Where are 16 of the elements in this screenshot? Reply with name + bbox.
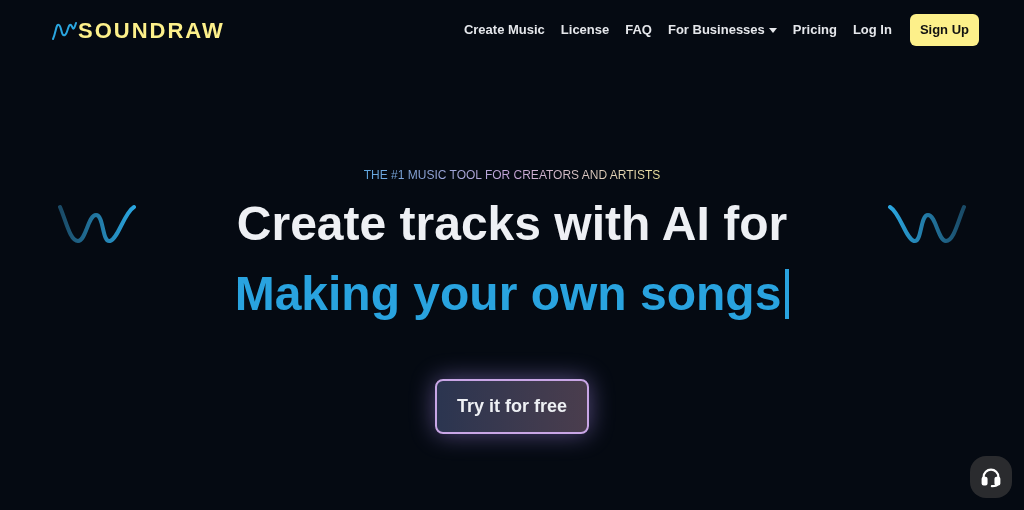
sign-up-button[interactable]: Sign Up: [909, 14, 979, 46]
logo-wave-icon: [52, 19, 78, 41]
caret-icon: [768, 27, 777, 33]
headline: Create tracks with AI for: [236, 196, 788, 252]
nav-link[interactable]: Create Music: [457, 20, 551, 40]
support-button[interactable]: [970, 456, 1012, 498]
headset-icon: [980, 466, 1002, 488]
nav-dropdown[interactable]: For Businesses: [662, 20, 783, 40]
try-free-button[interactable]: Try it for free: [435, 379, 589, 434]
nav-link[interactable]: License: [554, 20, 616, 40]
text-cursor: [785, 269, 790, 319]
nav-link[interactable]: FAQ: [619, 20, 658, 40]
nav-link[interactable]: Log In: [846, 20, 898, 40]
logo-text: SOUNDRAW: [78, 16, 225, 45]
nav-link[interactable]: Pricing: [786, 20, 843, 40]
typed-headline: Making your own songs: [234, 266, 782, 322]
